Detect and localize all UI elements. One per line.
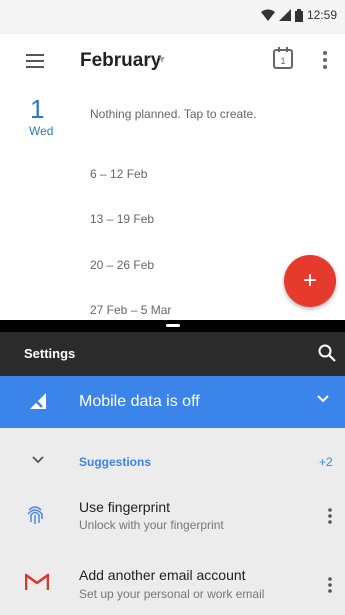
signal-icon (278, 9, 291, 21)
settings-title: Settings (24, 346, 76, 361)
week-range[interactable]: 27 Feb – 5 Mar (90, 303, 171, 317)
wifi-icon (260, 9, 275, 21)
menu-icon[interactable] (26, 53, 44, 69)
more-vert-icon[interactable] (327, 507, 333, 525)
create-event-button[interactable]: + (284, 255, 336, 307)
settings-toolbar: Settings (0, 332, 345, 376)
mobile-data-text: Mobile data is off (79, 393, 200, 410)
mobile-data-off-icon (30, 393, 46, 409)
status-bar: 12:59 (0, 0, 345, 34)
suggestions-header[interactable]: Suggestions (79, 455, 151, 469)
fingerprint-icon (27, 506, 43, 524)
status-icons: 12:59 (260, 8, 337, 22)
more-vert-icon[interactable] (327, 576, 333, 594)
caret-down-icon[interactable]: ▾ (159, 52, 165, 66)
mobile-data-banner[interactable]: Mobile data is off (0, 376, 345, 428)
chevron-down-icon[interactable] (316, 392, 330, 406)
week-range[interactable]: 20 – 26 Feb (90, 258, 154, 272)
suggestion-subtitle: Unlock with your fingerprint (79, 518, 224, 532)
suggestions-panel: Suggestions +2 Use fingerprint Unlock wi… (0, 428, 345, 615)
suggestion-item[interactable]: Use fingerprint Unlock with your fingerp… (0, 486, 345, 548)
svg-text:1: 1 (280, 56, 285, 66)
suggestion-title: Add another email account (79, 567, 246, 583)
suggestions-count[interactable]: +2 (319, 455, 333, 469)
suggestion-item[interactable]: Add another email account Set up your pe… (0, 556, 345, 615)
gmail-icon (25, 573, 49, 590)
calendar-icon[interactable]: 1 (273, 47, 293, 69)
more-vert-icon[interactable] (321, 50, 329, 70)
plus-icon: + (302, 267, 317, 294)
day-name: Wed (29, 124, 54, 138)
battery-icon (294, 8, 303, 22)
empty-day-prompt[interactable]: Nothing planned. Tap to create. (90, 107, 257, 121)
month-title[interactable]: February (80, 50, 161, 72)
week-range[interactable]: 13 – 19 Feb (90, 212, 154, 226)
week-range[interactable]: 6 – 12 Feb (90, 167, 147, 181)
calendar-toolbar: February ▾ 1 (0, 34, 345, 88)
suggestion-subtitle: Set up your personal or work email (79, 587, 265, 601)
search-icon[interactable] (318, 344, 336, 362)
calendar-schedule: 1 Wed Nothing planned. Tap to create. 6 … (0, 88, 345, 320)
divider-handle-icon[interactable] (166, 324, 180, 327)
status-time: 12:59 (306, 8, 337, 22)
suggestion-title: Use fingerprint (79, 499, 171, 515)
day-number[interactable]: 1 (30, 94, 44, 125)
chevron-down-icon[interactable] (31, 455, 45, 465)
